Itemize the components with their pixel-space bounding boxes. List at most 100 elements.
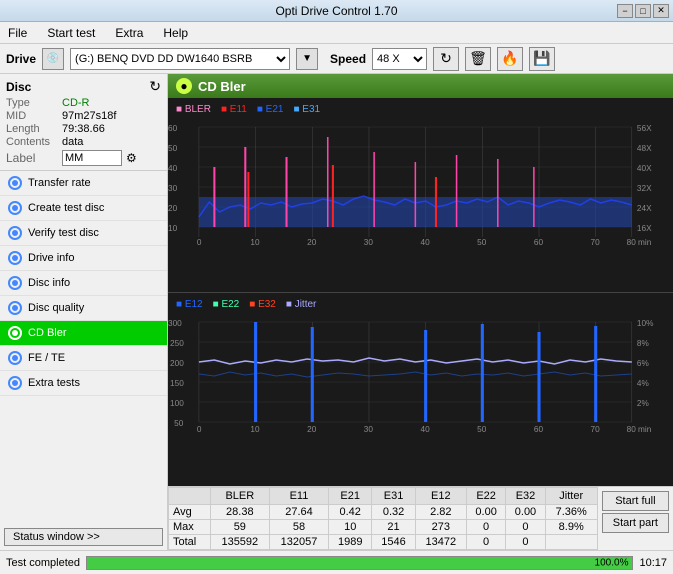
status-time: 10:17 <box>639 557 667 569</box>
status-window-button[interactable]: Status window >> <box>4 528 163 546</box>
legend-e21: ■ E21 <box>257 104 284 115</box>
save-button[interactable]: 💾 <box>529 47 555 71</box>
sidebar-item-verify-test-disc[interactable]: Verify test disc <box>0 221 167 246</box>
stats-avg-e11: 27.64 <box>269 505 328 520</box>
svg-text:20: 20 <box>168 204 178 213</box>
sidebar-item-fe-te[interactable]: FE / TE <box>0 346 167 371</box>
svg-text:150: 150 <box>170 379 184 388</box>
stats-max-e31: 21 <box>372 520 415 535</box>
svg-text:0: 0 <box>197 238 202 247</box>
top-chart-svg: 60 50 40 30 20 10 56X 48X 40X 32X 24X 16… <box>168 117 673 247</box>
sidebar-item-disc-quality[interactable]: Disc quality <box>0 296 167 321</box>
refresh-button[interactable]: ↻ <box>433 47 459 71</box>
stats-max-jitter: 8.9% <box>545 520 597 535</box>
status-text: Test completed <box>6 557 80 569</box>
svg-text:32X: 32X <box>637 184 652 193</box>
stats-max-e12: 273 <box>415 520 466 535</box>
start-part-button[interactable]: Start part <box>602 513 669 533</box>
disc-refresh-icon[interactable]: ↻ <box>149 78 161 95</box>
svg-text:10: 10 <box>250 238 260 247</box>
bottom-chart-svg: 300 250 200 150 100 50 10% 8% 6% 4% 2% 0… <box>168 312 673 432</box>
stats-total-bler: 135592 <box>210 535 269 550</box>
nav-icon-disc-info <box>8 276 22 290</box>
svg-text:8%: 8% <box>637 339 649 348</box>
stats-header-e12: E12 <box>415 488 466 505</box>
svg-text:60: 60 <box>168 124 178 133</box>
sidebar-item-cd-bler[interactable]: CD Bler <box>0 321 167 346</box>
stats-header-e32: E32 <box>506 488 545 505</box>
nav-icon-fe-te <box>8 351 22 365</box>
stats-max-e21: 10 <box>329 520 372 535</box>
svg-text:20: 20 <box>307 425 317 432</box>
disc-length-value: 79:38.66 <box>62 123 105 135</box>
svg-text:40: 40 <box>421 425 431 432</box>
svg-text:70: 70 <box>591 425 601 432</box>
stats-max-e11: 58 <box>269 520 328 535</box>
disc-contents-value: data <box>62 136 83 148</box>
stats-max-bler: 59 <box>210 520 269 535</box>
sidebar-item-drive-info[interactable]: Drive info <box>0 246 167 271</box>
nav-icon-create-test-disc <box>8 201 22 215</box>
disc-length-label: Length <box>6 123 58 135</box>
nav-container: Transfer rateCreate test discVerify test… <box>0 171 167 396</box>
drive-icon: 💿 <box>42 48 64 70</box>
stats-row-avg: Avg 28.38 27.64 0.42 0.32 2.82 0.00 0.00… <box>169 505 598 520</box>
svg-text:100: 100 <box>170 399 184 408</box>
sidebar-item-create-test-disc[interactable]: Create test disc <box>0 196 167 221</box>
close-button[interactable]: ✕ <box>653 4 669 18</box>
disc-mid-value: 97m27s18f <box>62 110 116 122</box>
status-bar: Test completed 100.0% 10:17 <box>0 550 673 574</box>
disc-edit-icon[interactable]: ⚙ <box>126 151 137 165</box>
svg-text:24X: 24X <box>637 204 652 213</box>
menu-bar: File Start test Extra Help <box>0 22 673 44</box>
sidebar-item-disc-info[interactable]: Disc info <box>0 271 167 296</box>
svg-text:50: 50 <box>168 144 178 153</box>
stats-avg-e12: 2.82 <box>415 505 466 520</box>
stats-row-max: Max 59 58 10 21 273 0 0 8.9% <box>169 520 598 535</box>
erase-button[interactable]: 🗑 <box>465 47 491 71</box>
svg-text:10%: 10% <box>637 319 653 328</box>
burn-button[interactable]: 🔥 <box>497 47 523 71</box>
menu-file[interactable]: File <box>4 24 31 42</box>
nav-label-disc-quality: Disc quality <box>28 302 84 314</box>
stats-header-e21: E21 <box>329 488 372 505</box>
disc-title: Disc <box>6 80 31 94</box>
speed-select[interactable]: 48 X <box>372 48 427 70</box>
stats-header-e22: E22 <box>466 488 505 505</box>
stats-avg-bler: 28.38 <box>210 505 269 520</box>
minimize-button[interactable]: − <box>617 4 633 18</box>
svg-text:200: 200 <box>170 359 184 368</box>
drive-arrow-icon[interactable]: ▼ <box>296 48 318 70</box>
stats-header-jitter: Jitter <box>545 488 597 505</box>
svg-text:10: 10 <box>168 224 178 233</box>
chart-header: ● CD Bler <box>168 74 673 98</box>
main-layout: Disc ↻ Type CD-R MID 97m27s18f Length 79… <box>0 74 673 550</box>
speed-label: Speed <box>330 52 366 66</box>
disc-mid-label: MID <box>6 110 58 122</box>
stats-header-empty <box>169 488 211 505</box>
stats-row-total: Total 135592 132057 1989 1546 13472 0 0 <box>169 535 598 550</box>
menu-start-test[interactable]: Start test <box>43 24 99 42</box>
title-bar: Opti Drive Control 1.70 − □ ✕ <box>0 0 673 22</box>
disc-label-input[interactable] <box>62 150 122 166</box>
menu-extra[interactable]: Extra <box>111 24 147 42</box>
nav-icon-cd-bler <box>8 326 22 340</box>
nav-icon-disc-quality <box>8 301 22 315</box>
sidebar-item-extra-tests[interactable]: Extra tests <box>0 371 167 396</box>
maximize-button[interactable]: □ <box>635 4 651 18</box>
menu-help[interactable]: Help <box>159 24 192 42</box>
sidebar-item-transfer-rate[interactable]: Transfer rate <box>0 171 167 196</box>
svg-text:50: 50 <box>477 425 487 432</box>
app-title: Opti Drive Control 1.70 <box>275 4 397 18</box>
stats-label-avg: Avg <box>169 505 211 520</box>
progress-label: 100.0% <box>595 557 629 568</box>
stats-table-wrapper: BLER E11 E21 E31 E12 E22 E32 Jitter Avg <box>168 487 673 550</box>
drive-select[interactable]: (G:) BENQ DVD DD DW1640 BSRB <box>70 48 290 70</box>
stats-max-e22: 0 <box>466 520 505 535</box>
start-full-button[interactable]: Start full <box>602 491 669 511</box>
nav-icon-verify-test-disc <box>8 226 22 240</box>
disc-type-value: CD-R <box>62 97 90 109</box>
nav-icon-extra-tests <box>8 376 22 390</box>
drive-label: Drive <box>6 52 36 66</box>
stats-table: BLER E11 E21 E31 E12 E22 E32 Jitter Avg <box>168 487 598 550</box>
